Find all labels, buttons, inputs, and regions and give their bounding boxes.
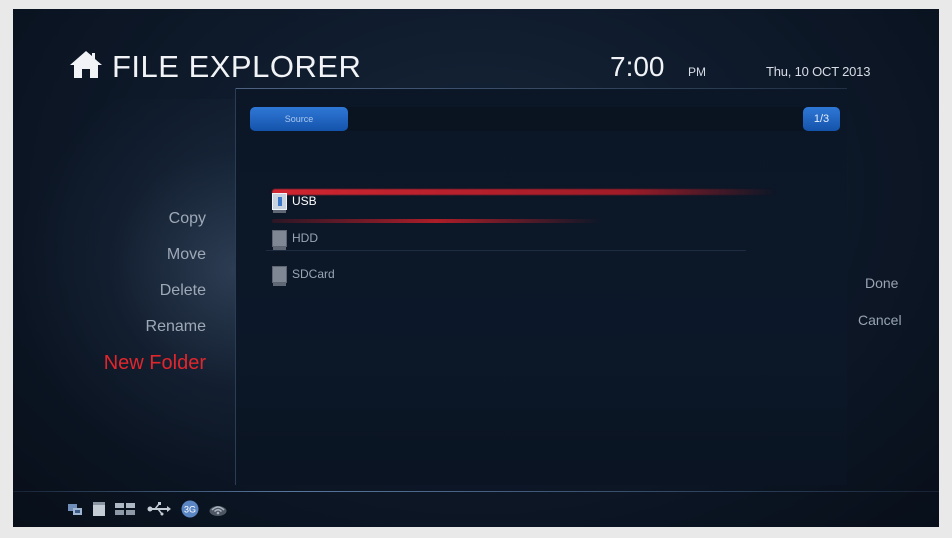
status-bar: 3G — [67, 498, 227, 520]
file-explorer-screen: FILE EXPLORER 7:00 PM Thu, 10 OCT 2013 C… — [13, 9, 939, 527]
date-label: Thu, 10 OCT 2013 — [766, 64, 871, 79]
home-icon[interactable] — [69, 49, 103, 79]
file-browser-panel: Source 1/3 USB HDD SDCard — [235, 88, 847, 485]
device-label: SDCard — [292, 267, 335, 281]
page-title: FILE EXPLORER — [112, 49, 362, 84]
usb-drive-icon — [272, 193, 287, 213]
wifi-icon — [209, 506, 227, 516]
selection-highlight-lower — [272, 219, 602, 223]
done-button[interactable]: Done — [865, 275, 898, 291]
storage-icon — [93, 502, 105, 516]
usb-icon — [147, 502, 171, 516]
new-folder-button[interactable]: New Folder — [104, 352, 206, 375]
device-item-sdcard[interactable]: SDCard — [266, 261, 786, 291]
device-label: HDD — [292, 231, 318, 245]
device-label: USB — [292, 194, 317, 208]
sdcard-icon — [272, 266, 287, 286]
clock-ampm: PM — [688, 65, 706, 79]
move-button[interactable]: Move — [167, 246, 206, 264]
clock-time: 7:00 — [610, 51, 665, 82]
copy-button[interactable]: Copy — [169, 210, 206, 228]
hdd-icon — [272, 230, 287, 250]
row-divider — [266, 250, 746, 251]
page-indicator: 1/3 — [803, 107, 840, 131]
3g-icon-label: 3G — [184, 505, 196, 515]
cancel-button[interactable]: Cancel — [858, 312, 902, 328]
rename-button[interactable]: Rename — [146, 318, 206, 336]
device-item-usb[interactable]: USB — [266, 188, 786, 218]
3g-icon: 3G — [181, 500, 199, 518]
delete-button[interactable]: Delete — [160, 282, 206, 300]
status-divider — [13, 491, 939, 492]
network-icon — [68, 504, 82, 515]
source-button[interactable]: Source — [250, 107, 348, 131]
sdcard-icon — [115, 503, 135, 515]
